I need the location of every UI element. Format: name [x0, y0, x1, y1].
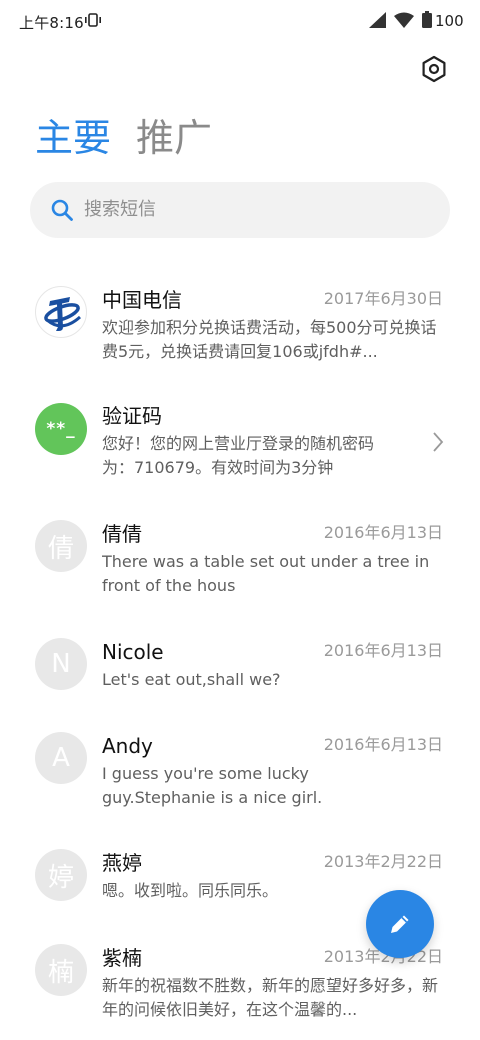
message-preview: Let's eat out,shall we?: [102, 670, 281, 689]
vibrate-icon: [85, 13, 101, 27]
conversation-item[interactable]: 倩 倩倩 2016年6月13日 There was a table set ou…: [0, 520, 480, 600]
message-preview: 您好！您的网上营业厅登录的随机密码为：710679。有效时间为3分钟: [102, 434, 375, 477]
message-preview: I guess you're some lucky guy.Stephanie …: [102, 764, 323, 807]
chevron-right-icon[interactable]: [431, 430, 445, 454]
sender-name: Nicole: [102, 640, 164, 664]
compose-button[interactable]: [366, 890, 434, 958]
sender-name: 倩倩: [102, 522, 142, 546]
sender-name: 验证码: [102, 404, 162, 428]
contact-avatar: 婷: [35, 849, 87, 901]
message-date: 2016年6月13日: [323, 523, 443, 542]
message-preview: 新年的祝福数不胜数，新年的愿望好多好多，新年的问候依旧美好，在这个温馨的...: [102, 976, 439, 1019]
contact-avatar: 倩: [35, 520, 87, 572]
contact-avatar: N: [35, 638, 87, 690]
contact-avatar: A: [35, 732, 87, 784]
status-time: 上午8:16: [19, 14, 84, 32]
message-date: 2017年6月30日: [323, 289, 443, 308]
contact-avatar: 楠: [35, 944, 87, 996]
china-telecom-logo: [35, 286, 87, 338]
verification-avatar: **_: [35, 403, 87, 455]
message-date: 2016年6月13日: [323, 735, 443, 754]
conversation-item[interactable]: A Andy 2016年6月13日 I guess you're some lu…: [0, 732, 480, 812]
wifi-icon: [394, 12, 414, 28]
compose-pencil-icon: [391, 915, 409, 933]
settings-button[interactable]: [418, 53, 450, 85]
tab-primary[interactable]: 主要: [35, 113, 111, 163]
sender-name: 燕婷: [102, 851, 142, 875]
message-date: 2016年6月13日: [323, 641, 443, 660]
cell-signal-icon: [369, 12, 386, 28]
battery-icon: [422, 11, 432, 28]
sender-name: 中国电信: [102, 288, 182, 312]
sender-name: 紫楠: [102, 946, 142, 970]
search-icon: [51, 199, 73, 221]
message-preview: There was a table set out under a tree i…: [102, 552, 430, 595]
conversation-item[interactable]: **_ 验证码 您好！您的网上营业厅登录的随机密码为：710679。有效时间为3…: [0, 402, 480, 482]
message-preview: 欢迎参加积分兑换话费活动，每500分可兑换话费5元，兑换话费请回复106或jfd…: [102, 318, 437, 361]
conversation-item[interactable]: N Nicole 2016年6月13日 Let's eat out,shall …: [0, 638, 480, 698]
status-bar: 上午8:16 100: [0, 0, 480, 40]
settings-hexagon-icon: [422, 55, 446, 83]
search-input[interactable]: 搜索短信: [30, 182, 450, 238]
message-date: 2013年2月22日: [323, 852, 443, 871]
conversation-item[interactable]: 中国电信 2017年6月30日 欢迎参加积分兑换话费活动，每500分可兑换话费5…: [0, 286, 480, 376]
tab-promotions[interactable]: 推广: [136, 113, 212, 163]
battery-level: 100: [435, 12, 464, 30]
search-placeholder: 搜索短信: [84, 199, 156, 220]
sender-name: Andy: [102, 734, 153, 758]
